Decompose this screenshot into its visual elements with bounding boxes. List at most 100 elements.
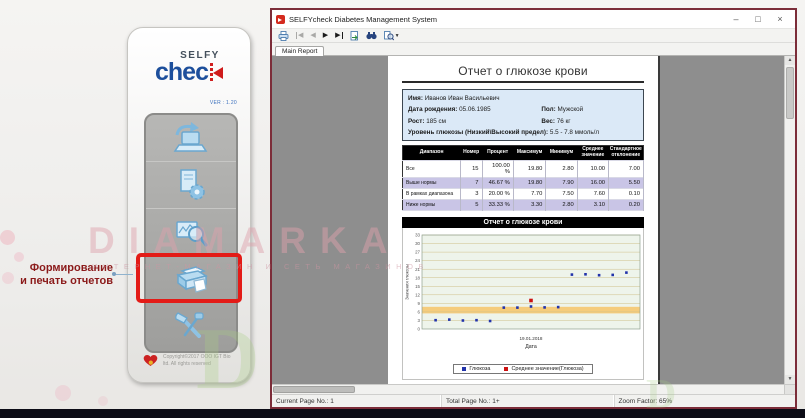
svg-text:Дата: Дата (525, 344, 537, 350)
selfycheck-logo: SELFY chec (128, 50, 250, 87)
import-data-icon (171, 121, 211, 155)
patient-birth-value: 05.06.1985 (459, 106, 491, 113)
printer-icon (278, 31, 289, 41)
scroll-up-icon[interactable]: ▲ (785, 56, 795, 65)
last-page-button[interactable]: ▶ (335, 32, 342, 39)
svg-text:30: 30 (415, 241, 420, 246)
copyright-line1: Copyright©2017 OOO IGT Bio (163, 354, 231, 360)
find-button[interactable] (366, 31, 377, 40)
maximize-button[interactable]: □ (747, 11, 769, 27)
callout-connector-dot (112, 272, 116, 276)
table-cell: 7.70 (513, 188, 546, 199)
table-cell: 16.00 (577, 177, 608, 188)
svg-text:24: 24 (415, 258, 420, 263)
stats-header-cell: Минимум (546, 146, 577, 161)
app-logo-icon (276, 15, 285, 24)
sidebar-button-tools[interactable] (146, 303, 236, 350)
table-cell: 5 (460, 199, 482, 210)
svg-text:Значения глюкозы: Значения глюкозы (405, 264, 410, 300)
tools-icon (171, 309, 211, 345)
minimize-button[interactable]: – (725, 11, 747, 27)
export-icon (350, 31, 359, 41)
table-cell: 0.10 (609, 188, 644, 199)
patient-sex-value: Мужской (557, 106, 583, 113)
table-cell: 7.60 (577, 188, 608, 199)
legend-marker-icon (504, 367, 508, 371)
table-cell: 33.33 % (482, 199, 513, 210)
patient-name-label: Имя: (408, 95, 423, 102)
table-cell: В рамках диапазона (403, 188, 461, 199)
stats-header-cell: Максимум (513, 146, 546, 161)
next-page-button[interactable]: ▶ (323, 32, 328, 39)
table-cell: 3 (460, 188, 482, 199)
legend-item: Среднее значение(Глюкоза) (504, 366, 583, 372)
table-cell: 7.50 (546, 188, 577, 199)
bottom-black-strip (0, 409, 805, 418)
glucose-chart: 0369121518212427303319.01.2018ДатаЗначен… (403, 231, 643, 358)
horizontal-scroll-thumb[interactable] (273, 386, 355, 393)
glucose-chart-svg: 0369121518212427303319.01.2018ДатаЗначен… (403, 231, 645, 353)
status-current-page: Current Page No.: 1 (272, 395, 442, 407)
prev-page-button[interactable]: ◀ (310, 32, 315, 39)
table-cell: Все (403, 160, 461, 177)
copyright-block: Copyright©2017 OOO IGT Bio ltd. All righ… (142, 354, 231, 367)
horizontal-scrollbar[interactable] (272, 384, 795, 394)
svg-text:15: 15 (415, 284, 420, 289)
chart-section-header: Отчет о глюкозе крови (402, 217, 644, 228)
table-cell: 2.80 (546, 160, 577, 177)
scrollbar-corner (784, 385, 795, 394)
report-toolbar: ◀ ◀ ▶ ▶ (272, 28, 795, 43)
scroll-down-icon[interactable]: ▼ (785, 375, 795, 384)
svg-text:19.01.2018: 19.01.2018 (520, 336, 543, 341)
screenshot-stage: SELFY chec VER : 1.20 (0, 0, 805, 418)
table-cell: 7.90 (546, 177, 577, 188)
version-label: VER : 1.20 (210, 100, 237, 106)
stats-header-cell: Диапазон (403, 146, 461, 161)
legend-marker-icon (462, 367, 466, 371)
title-rule (402, 81, 644, 83)
decor-dot (55, 385, 71, 401)
patient-height-value: 185 см (426, 118, 446, 125)
report-page: Отчет о глюкозе крови Имя: Иванов Иван В… (388, 56, 660, 384)
tab-main-report[interactable]: Main Report (275, 46, 324, 56)
title-bar: SELFYcheck Diabetes Management System – … (272, 10, 795, 28)
vertical-scrollbar[interactable]: ▲ ▼ (784, 56, 795, 384)
export-button[interactable] (350, 31, 359, 41)
binoculars-icon (366, 31, 377, 40)
sidebar-button-data-settings[interactable] (146, 162, 236, 209)
table-cell: 15 (460, 160, 482, 177)
table-cell: Выше нормы (403, 177, 461, 188)
legend-item: Глюкоза (462, 366, 490, 372)
stats-table-body: Все15100.00 %19.802.8010.007.00Выше норм… (403, 160, 644, 210)
table-row: Все15100.00 %19.802.8010.007.00 (403, 160, 644, 177)
table-cell: 20.00 % (482, 188, 513, 199)
table-cell: 2.80 (546, 199, 577, 210)
status-total-pages: Total Page No.: 1+ (442, 395, 615, 407)
zoom-dropdown-caret-icon[interactable]: ▼ (395, 33, 400, 39)
svg-text:0: 0 (418, 326, 421, 331)
close-button[interactable]: × (769, 11, 791, 27)
callout-label: Формирование и печать отчетов (0, 262, 113, 288)
table-cell: 7 (460, 177, 482, 188)
sidebar-button-view-analysis[interactable] (146, 209, 236, 256)
vertical-scroll-thumb[interactable] (786, 67, 794, 119)
chart-section: 0369121518212427303319.01.2018ДатаЗначен… (402, 228, 644, 380)
table-cell: 3.10 (577, 199, 608, 210)
patient-birth-label: Дата рождения: (408, 106, 457, 113)
patient-height-label: Рост: (408, 118, 425, 125)
glucose-range-label: Уровень глюкозы (Низкий\Высокий предел): (408, 129, 548, 136)
sidebar-button-import-data[interactable] (146, 115, 236, 162)
stats-header-cell: Процент (482, 146, 513, 161)
heart-logo-icon (142, 354, 159, 367)
stats-header-cell: Стандартное отклонение (609, 146, 644, 161)
table-cell: 0.20 (609, 199, 644, 210)
patient-height-weight-row: Рост: 185 см Вес: 76 кг (408, 116, 638, 127)
glucose-range-row: Уровень глюкозы (Низкий\Высокий предел):… (408, 127, 638, 138)
zoom-button[interactable]: ▼ (384, 31, 400, 41)
first-page-button[interactable]: ◀ (296, 32, 303, 39)
print-button[interactable] (278, 31, 289, 41)
table-cell: 19.80 (513, 177, 546, 188)
status-zoom-factor: Zoom Factor: 65% (615, 395, 795, 407)
decor-dot (14, 252, 24, 262)
svg-text:3: 3 (418, 318, 421, 323)
